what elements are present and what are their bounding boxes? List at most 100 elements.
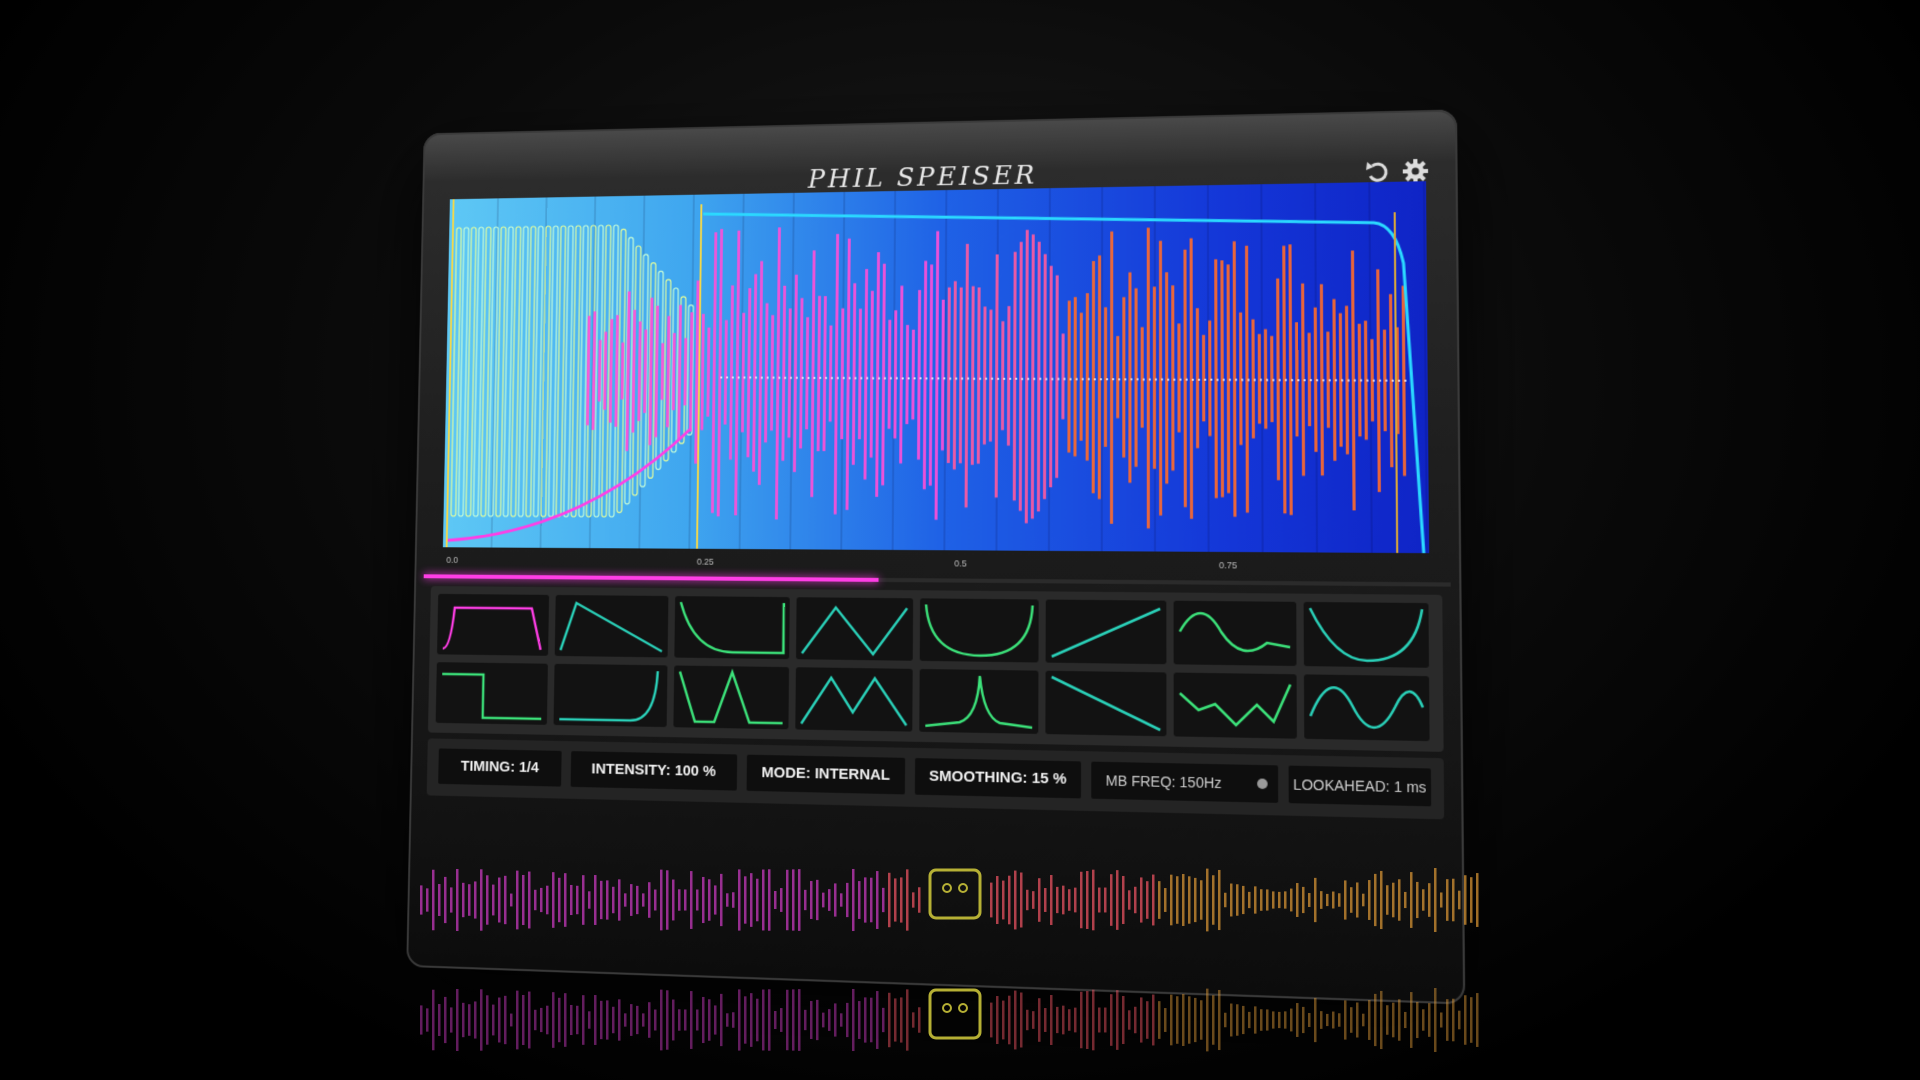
reflection-bar [738,989,741,1050]
playback-progress[interactable] [424,574,1451,586]
reflection-bar [606,880,609,919]
wave-bar [953,281,957,469]
reflection-bar [1062,886,1065,915]
mb-freq-control[interactable]: MB FREQ: 150Hz [1091,762,1278,803]
grid-line [1424,181,1427,553]
reflection-bar [1170,875,1173,926]
shape-preset[interactable] [437,594,549,656]
wave-bar [817,296,821,451]
shape-preset[interactable] [674,596,789,659]
smoothing-control[interactable]: SMOOTHING: 15 % [915,758,1081,798]
shape-preset[interactable] [796,597,913,661]
reflection-bar [546,1006,549,1035]
reflection-bar [1374,874,1377,926]
reflection-bar [876,871,879,929]
reflection-bar [846,1003,849,1037]
wave-bar [840,308,844,439]
shape-preset[interactable] [1045,671,1166,737]
wave-bar [764,303,768,442]
reflection-bar [774,891,777,909]
reflection-bar [996,876,999,924]
reflection-bar [774,1011,777,1029]
mode-control[interactable]: MODE: INTERNAL [747,755,906,795]
grid-line [492,198,499,547]
reflection-bar [828,889,831,911]
wave-bar [1196,308,1199,448]
reflection-bar [666,990,669,1049]
reflection-bar [870,878,873,923]
reflection-bar [486,995,489,1044]
reflection-bar [696,889,699,910]
reflection-bar [498,998,501,1043]
reflection-bar [1062,1006,1065,1035]
reflection-bar [456,869,459,931]
reflection-bar [570,1005,573,1035]
wave-bar [864,269,869,480]
reflection-bar [1224,1013,1227,1027]
lookahead-control[interactable]: LOOKAHEAD: 1 ms [1289,766,1432,807]
wave-bar [787,309,791,438]
reflection-bar [1080,872,1083,929]
reflection-bar [852,869,855,931]
reflection-bar [1308,1013,1311,1027]
wave-bar [1025,230,1029,523]
shape-preset[interactable] [1304,674,1430,741]
marker-end[interactable] [1395,212,1398,553]
reflection-bar [558,998,561,1042]
shape-preset[interactable] [920,598,1039,662]
reflection-bar [1278,892,1281,908]
reflection-bar [1176,876,1179,924]
reflection-bar [1386,1005,1389,1035]
wave-bar [899,286,903,464]
reflection-bar [1362,1014,1365,1027]
reflection-bar [852,989,855,1051]
shape-preset[interactable] [555,595,669,657]
shape-preset[interactable] [1174,601,1297,666]
wave-bar [1110,231,1113,523]
reflection-bar [588,1011,591,1028]
shape-preset[interactable] [1304,602,1429,668]
reflection-bar [1158,1001,1161,1039]
reflection-bar [1218,870,1221,930]
reflection-bar [1296,1003,1299,1037]
shape-preset[interactable] [554,664,668,727]
reflection-bar [1254,1006,1257,1033]
marker-start[interactable] [447,199,454,547]
reflection-bar [1380,871,1383,929]
reflection-bar [624,1013,627,1026]
reflection-bar [1260,1009,1263,1031]
reflection-bar [1362,894,1365,907]
reflection-bar [1446,999,1449,1041]
reflection-bar [444,877,447,923]
shape-preset[interactable] [1046,600,1167,665]
intensity-control[interactable]: INTENSITY: 100 % [571,751,738,791]
reflection-bar [1368,880,1371,920]
shape-path [926,604,1033,656]
reflection-bar [738,869,741,930]
reflection-bar [1080,992,1083,1049]
shape-preset[interactable] [436,662,548,725]
reflection-bar [564,873,567,927]
reflection-bar [558,878,561,922]
reflection-bar [1188,876,1191,923]
shape-preset[interactable] [795,667,912,731]
shape-preset[interactable] [919,669,1038,734]
reflection-bar [1068,1009,1071,1031]
timing-control[interactable]: TIMING: 1/4 [438,748,562,786]
shape-preset[interactable] [1174,673,1297,739]
reflection-bar [420,885,423,914]
wave-bar [1147,228,1150,529]
shape-preset[interactable] [673,665,789,729]
reflection-bar [450,1007,453,1032]
wave-bar [810,250,815,497]
reflection-bar [900,997,903,1042]
reflection-bar [1476,993,1479,1047]
reflection-bar [684,1009,687,1030]
reflection-bar [1014,871,1017,930]
mb-toggle-dot[interactable] [1257,778,1268,789]
reflection-bar [666,870,669,929]
shape-curve [1304,602,1429,668]
wave-bar [870,291,874,458]
shape-curve [920,598,1039,662]
waveform-display[interactable] [443,181,1429,553]
